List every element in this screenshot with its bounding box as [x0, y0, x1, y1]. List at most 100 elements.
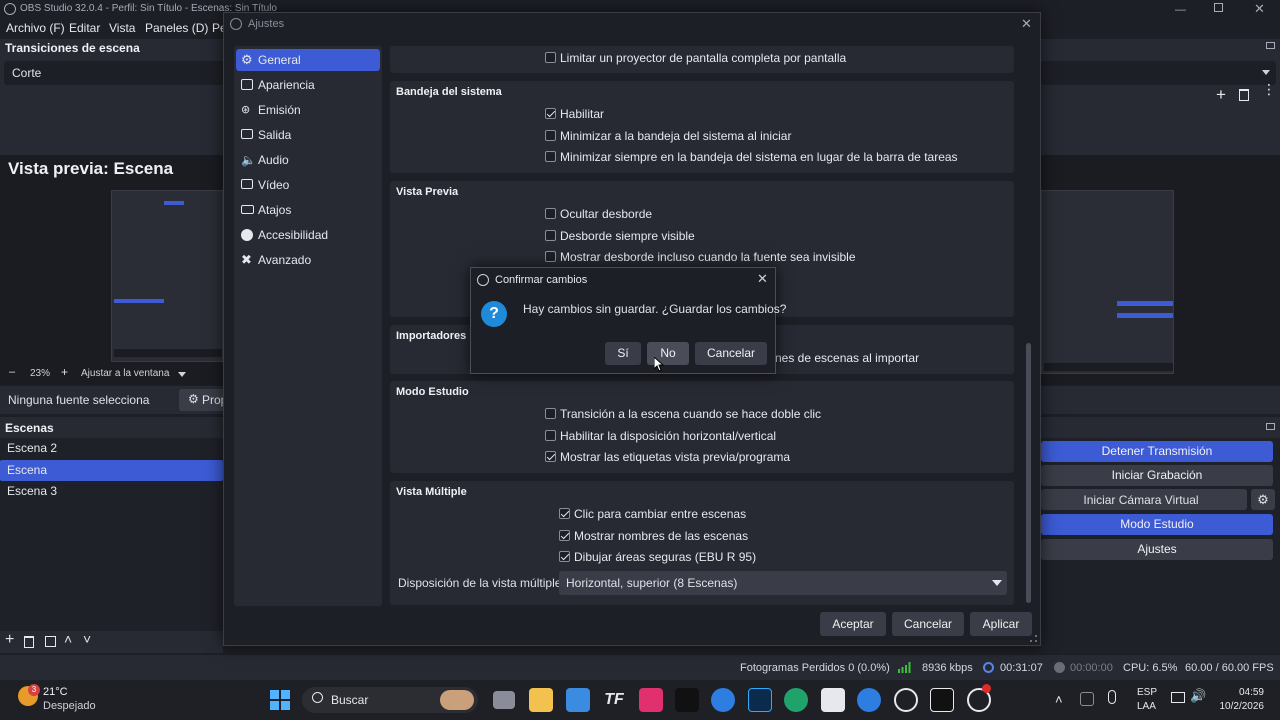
settings-sidebar: ⚙ General Apariencia ⊛ Emisión Salida 🔈 …: [234, 46, 382, 606]
properties-button[interactable]: ⚙ Prop: [179, 389, 227, 411]
checkbox-label: Limitar un proyector de pantalla complet…: [560, 51, 847, 65]
dock-float-icon[interactable]: [1266, 42, 1275, 49]
settings-scrollbar[interactable]: [1026, 343, 1031, 603]
task-view-icon[interactable]: [493, 691, 515, 709]
steam-icon[interactable]: [894, 688, 918, 712]
chevron-down-icon: [1262, 70, 1270, 75]
checkbox-label: Transición a la escena cuando se hace do…: [560, 407, 822, 421]
tiktok-icon[interactable]: [675, 688, 699, 712]
start-record-button[interactable]: Iniciar Grabación: [1041, 465, 1273, 486]
zoom-fit-label[interactable]: Ajustar a la ventana: [81, 368, 169, 379]
close-icon[interactable]: ✕: [757, 271, 768, 287]
confirm-message: Hay cambios sin guardar. ¿Guardar los ca…: [523, 302, 787, 316]
file-explorer-icon[interactable]: [529, 688, 553, 712]
obs-logo-icon: [230, 18, 242, 30]
tiktok-studio-icon[interactable]: [639, 688, 663, 712]
volume-icon[interactable]: 🔊: [1190, 688, 1206, 704]
maximize-icon[interactable]: [1214, 3, 1223, 12]
sidebar-item-appearance[interactable]: Apariencia: [236, 74, 380, 96]
cancel-button[interactable]: Cancelar: [695, 342, 767, 365]
group-title: Bandeja del sistema: [396, 86, 502, 98]
checkbox-importer-text: nes de escenas al importar: [775, 351, 920, 365]
checkbox-label: Habilitar la disposición horizontal/vert…: [560, 429, 777, 443]
weather-desc[interactable]: Despejado: [43, 700, 96, 712]
network-icon[interactable]: [1171, 692, 1185, 703]
transition-select[interactable]: Corte: [4, 61, 224, 85]
photoshop-icon[interactable]: [748, 688, 772, 712]
menu-paneles[interactable]: Paneles (D): [145, 21, 208, 35]
speaker-icon: 🔈: [241, 153, 256, 167]
zoom-out-button[interactable]: –: [9, 366, 15, 378]
keyboard-layout[interactable]: LAA: [1137, 701, 1156, 712]
windows-start-icon[interactable]: [270, 690, 290, 710]
clock-date[interactable]: 10/2/2026: [1212, 701, 1265, 712]
capcut-icon[interactable]: [821, 688, 845, 712]
app-mw-icon[interactable]: [930, 688, 954, 712]
studio-mode-button[interactable]: Modo Estudio: [1041, 514, 1273, 535]
filter-icon[interactable]: [45, 636, 56, 647]
sidebar-item-accessibility[interactable]: Accesibilidad: [236, 224, 380, 246]
zoom-in-button[interactable]: +: [61, 365, 68, 379]
obs-taskbar-icon[interactable]: [967, 684, 991, 712]
stop-stream-button[interactable]: Detener Transmisión: [1041, 441, 1273, 462]
close-icon[interactable]: ✕: [1021, 16, 1032, 32]
minimize-icon[interactable]: —: [1175, 4, 1186, 16]
move-down-icon[interactable]: ˅: [83, 631, 91, 647]
menu-vista[interactable]: Vista: [109, 21, 135, 35]
apply-button[interactable]: Aplicar: [970, 612, 1032, 636]
accept-button[interactable]: Aceptar: [820, 612, 886, 636]
more-options-icon[interactable]: ⋮: [1262, 82, 1276, 96]
add-transition-icon[interactable]: +: [1216, 85, 1226, 105]
multiview-layout-select[interactable]: Horizontal, superior (8 Escenas): [559, 571, 1007, 595]
dock-float-icon[interactable]: [1266, 423, 1275, 430]
sidebar-item-advanced[interactable]: ✖ Avanzado: [236, 249, 380, 271]
browser-2-icon[interactable]: [857, 688, 881, 712]
add-scene-icon[interactable]: +: [5, 631, 14, 649]
settings-button[interactable]: Ajustes: [1041, 539, 1273, 560]
weather-badge: 3: [28, 684, 40, 696]
search-highlight-image: [440, 690, 474, 710]
recording-badge-icon: [982, 684, 991, 693]
language-code[interactable]: ESP: [1137, 687, 1157, 698]
zoom-dropdown-icon[interactable]: [178, 372, 186, 377]
virtual-cam-label: Iniciar Cámara Virtual: [1083, 493, 1199, 507]
menu-editar[interactable]: Editar: [69, 21, 100, 35]
resize-grip-icon[interactable]: [1030, 635, 1037, 642]
muted-camera-icon[interactable]: [1080, 692, 1094, 706]
checkbox-label: Mostrar nombres de las escenas: [574, 529, 749, 543]
browser-icon[interactable]: [711, 688, 735, 712]
app-tf-icon[interactable]: TF: [602, 688, 626, 712]
sidebar-item-video[interactable]: Vídeo: [236, 174, 380, 196]
yes-button[interactable]: Sí: [605, 342, 641, 365]
weather-temp[interactable]: 21°C: [43, 686, 68, 698]
microsoft-store-icon[interactable]: [566, 688, 590, 712]
scene-item-selected[interactable]: Escena: [0, 460, 223, 481]
sidebar-item-general[interactable]: ⚙ General: [236, 49, 380, 71]
virtual-cam-button[interactable]: Iniciar Cámara Virtual: [1041, 489, 1247, 510]
move-up-icon[interactable]: ˄: [64, 631, 72, 647]
virtual-cam-settings-button[interactable]: ⚙: [1251, 489, 1275, 510]
sidebar-item-output[interactable]: Salida: [236, 124, 380, 146]
preview-thumb-highlight-right: [1117, 301, 1173, 306]
transition-select-right[interactable]: [1041, 61, 1276, 85]
clock-time[interactable]: 04:59: [1230, 687, 1264, 698]
tray-overflow-icon[interactable]: ˄: [1055, 692, 1063, 707]
checkbox-box: [545, 52, 556, 63]
cancel-button[interactable]: Cancelar: [892, 612, 964, 636]
menu-archivo[interactable]: Archivo (F): [6, 21, 65, 35]
sidebar-item-stream[interactable]: ⊛ Emisión: [236, 99, 380, 121]
scene-item[interactable]: Escena 3: [0, 481, 223, 502]
sidebar-item-audio[interactable]: 🔈 Audio: [236, 149, 380, 171]
taskbar-search[interactable]: Buscar: [302, 687, 478, 713]
microphone-icon[interactable]: [1108, 690, 1116, 704]
scene-item[interactable]: Escena 2: [0, 438, 223, 459]
edge-icon[interactable]: [784, 688, 808, 712]
sidebar-item-label: General: [258, 53, 301, 67]
trash-icon[interactable]: [24, 636, 34, 648]
checkbox-label: Desborde siempre visible: [560, 229, 695, 243]
sidebar-item-label: Apariencia: [258, 78, 315, 92]
sidebar-item-hotkeys[interactable]: Atajos: [236, 199, 380, 221]
checkbox-label: Mostrar las etiquetas vista previa/progr…: [560, 450, 791, 464]
close-icon[interactable]: ✕: [1254, 1, 1265, 17]
trash-icon[interactable]: [1239, 89, 1249, 101]
